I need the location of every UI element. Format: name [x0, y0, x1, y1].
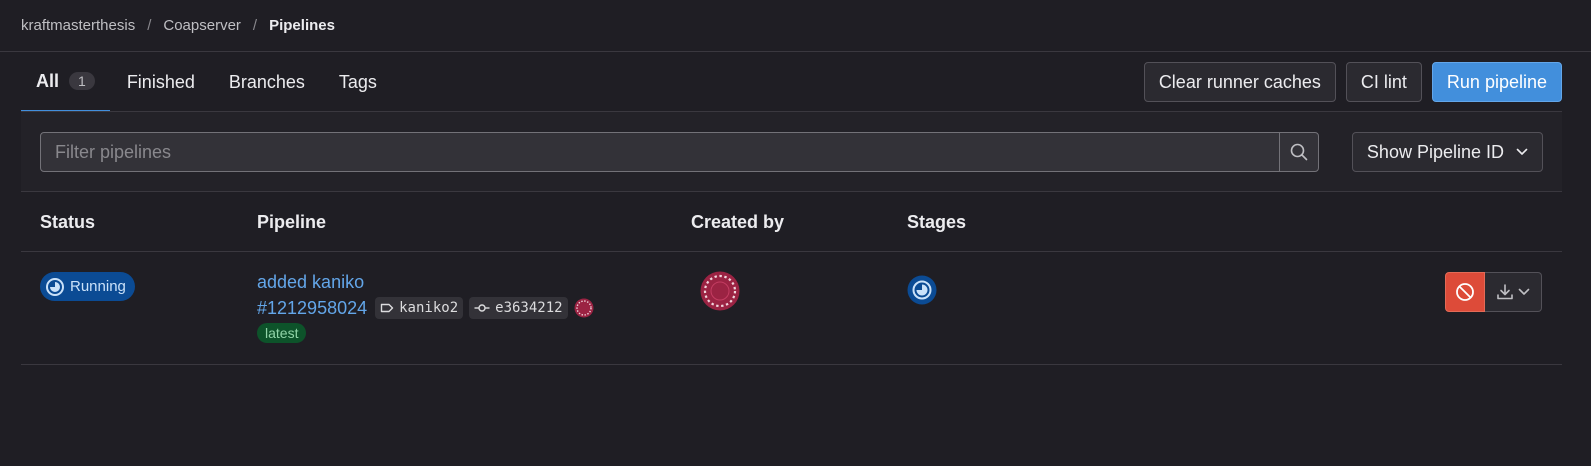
commit-sha: e3634212 — [495, 300, 563, 316]
branch-chip[interactable]: kaniko2 — [375, 297, 464, 319]
creator-avatar[interactable] — [700, 271, 740, 311]
chevron-down-icon — [1518, 288, 1530, 295]
filter-placeholder: Filter pipelines — [55, 141, 172, 162]
chevron-down-icon — [1516, 148, 1528, 156]
cancel-pipeline-button[interactable] — [1445, 272, 1485, 312]
show-pipeline-id-label: Show Pipeline ID — [1366, 141, 1504, 162]
breadcrumb-current[interactable]: Pipelines — [269, 17, 335, 34]
branch-name: kaniko2 — [399, 300, 459, 316]
pipeline-id-link[interactable]: #1212958024 — [257, 298, 367, 319]
download-artifacts-dropdown[interactable] — [1485, 272, 1542, 312]
header-created-by: Created by — [691, 212, 785, 232]
cancel-icon — [1456, 283, 1474, 301]
branch-tag-icon — [380, 303, 394, 313]
filter-pipelines-input[interactable]: Filter pipelines — [40, 132, 1280, 172]
status-label: Running — [70, 278, 126, 295]
pipeline-tabs: All 1 Finished Branches Tags — [21, 52, 394, 112]
download-icon — [1497, 284, 1513, 300]
commit-chip[interactable]: e3634212 — [469, 297, 568, 319]
pipeline-title-link[interactable]: added kaniko — [257, 272, 364, 293]
breadcrumb: kraftmasterthesis / Coapserver / Pipelin… — [21, 0, 1591, 50]
tab-all-label: All — [36, 70, 60, 91]
search-button[interactable] — [1279, 132, 1319, 172]
pipeline-meta: #1212958024 kaniko2 e3634212 — [257, 297, 594, 319]
table-row: Running added kaniko #1212958024 kaniko2… — [21, 252, 1562, 365]
status-badge[interactable]: Running — [40, 272, 135, 301]
tab-all-count: 1 — [69, 72, 95, 90]
breadcrumb-separator: / — [147, 16, 152, 34]
stage-running-icon[interactable] — [907, 275, 937, 305]
commit-icon — [474, 304, 490, 312]
top-actions: Clear runner caches CI lint Run pipeline — [1143, 62, 1562, 102]
ci-lint-button[interactable]: CI lint — [1345, 62, 1422, 102]
breadcrumb-group[interactable]: kraftmasterthesis — [21, 17, 135, 34]
table-header: Status Pipeline Created by Stages — [21, 192, 1562, 252]
tab-branches-label: Branches — [228, 71, 305, 92]
header-pipeline: Pipeline — [257, 212, 327, 232]
latest-badge: latest — [257, 323, 307, 343]
tab-finished[interactable]: Finished — [110, 52, 212, 112]
run-pipeline-button[interactable]: Run pipeline — [1431, 62, 1562, 102]
search-icon — [1290, 143, 1308, 161]
header-stages: Stages — [907, 212, 967, 232]
row-actions — [1445, 272, 1542, 312]
filter-bar: Filter pipelines Show Pipeline ID — [21, 112, 1562, 192]
tab-branches[interactable]: Branches — [212, 52, 322, 112]
header-status: Status — [40, 212, 96, 232]
clear-runner-caches-button[interactable]: Clear runner caches — [1143, 62, 1336, 102]
running-status-icon — [46, 277, 64, 296]
show-pipeline-id-dropdown[interactable]: Show Pipeline ID — [1351, 132, 1543, 172]
commit-author-avatar[interactable] — [574, 298, 594, 318]
breadcrumb-project[interactable]: Coapserver — [163, 17, 241, 34]
tab-tags-label: Tags — [338, 71, 377, 92]
tab-finished-label: Finished — [126, 71, 195, 92]
tab-all[interactable]: All 1 — [21, 52, 110, 112]
breadcrumb-separator: / — [252, 16, 258, 34]
tab-tags[interactable]: Tags — [322, 52, 394, 112]
